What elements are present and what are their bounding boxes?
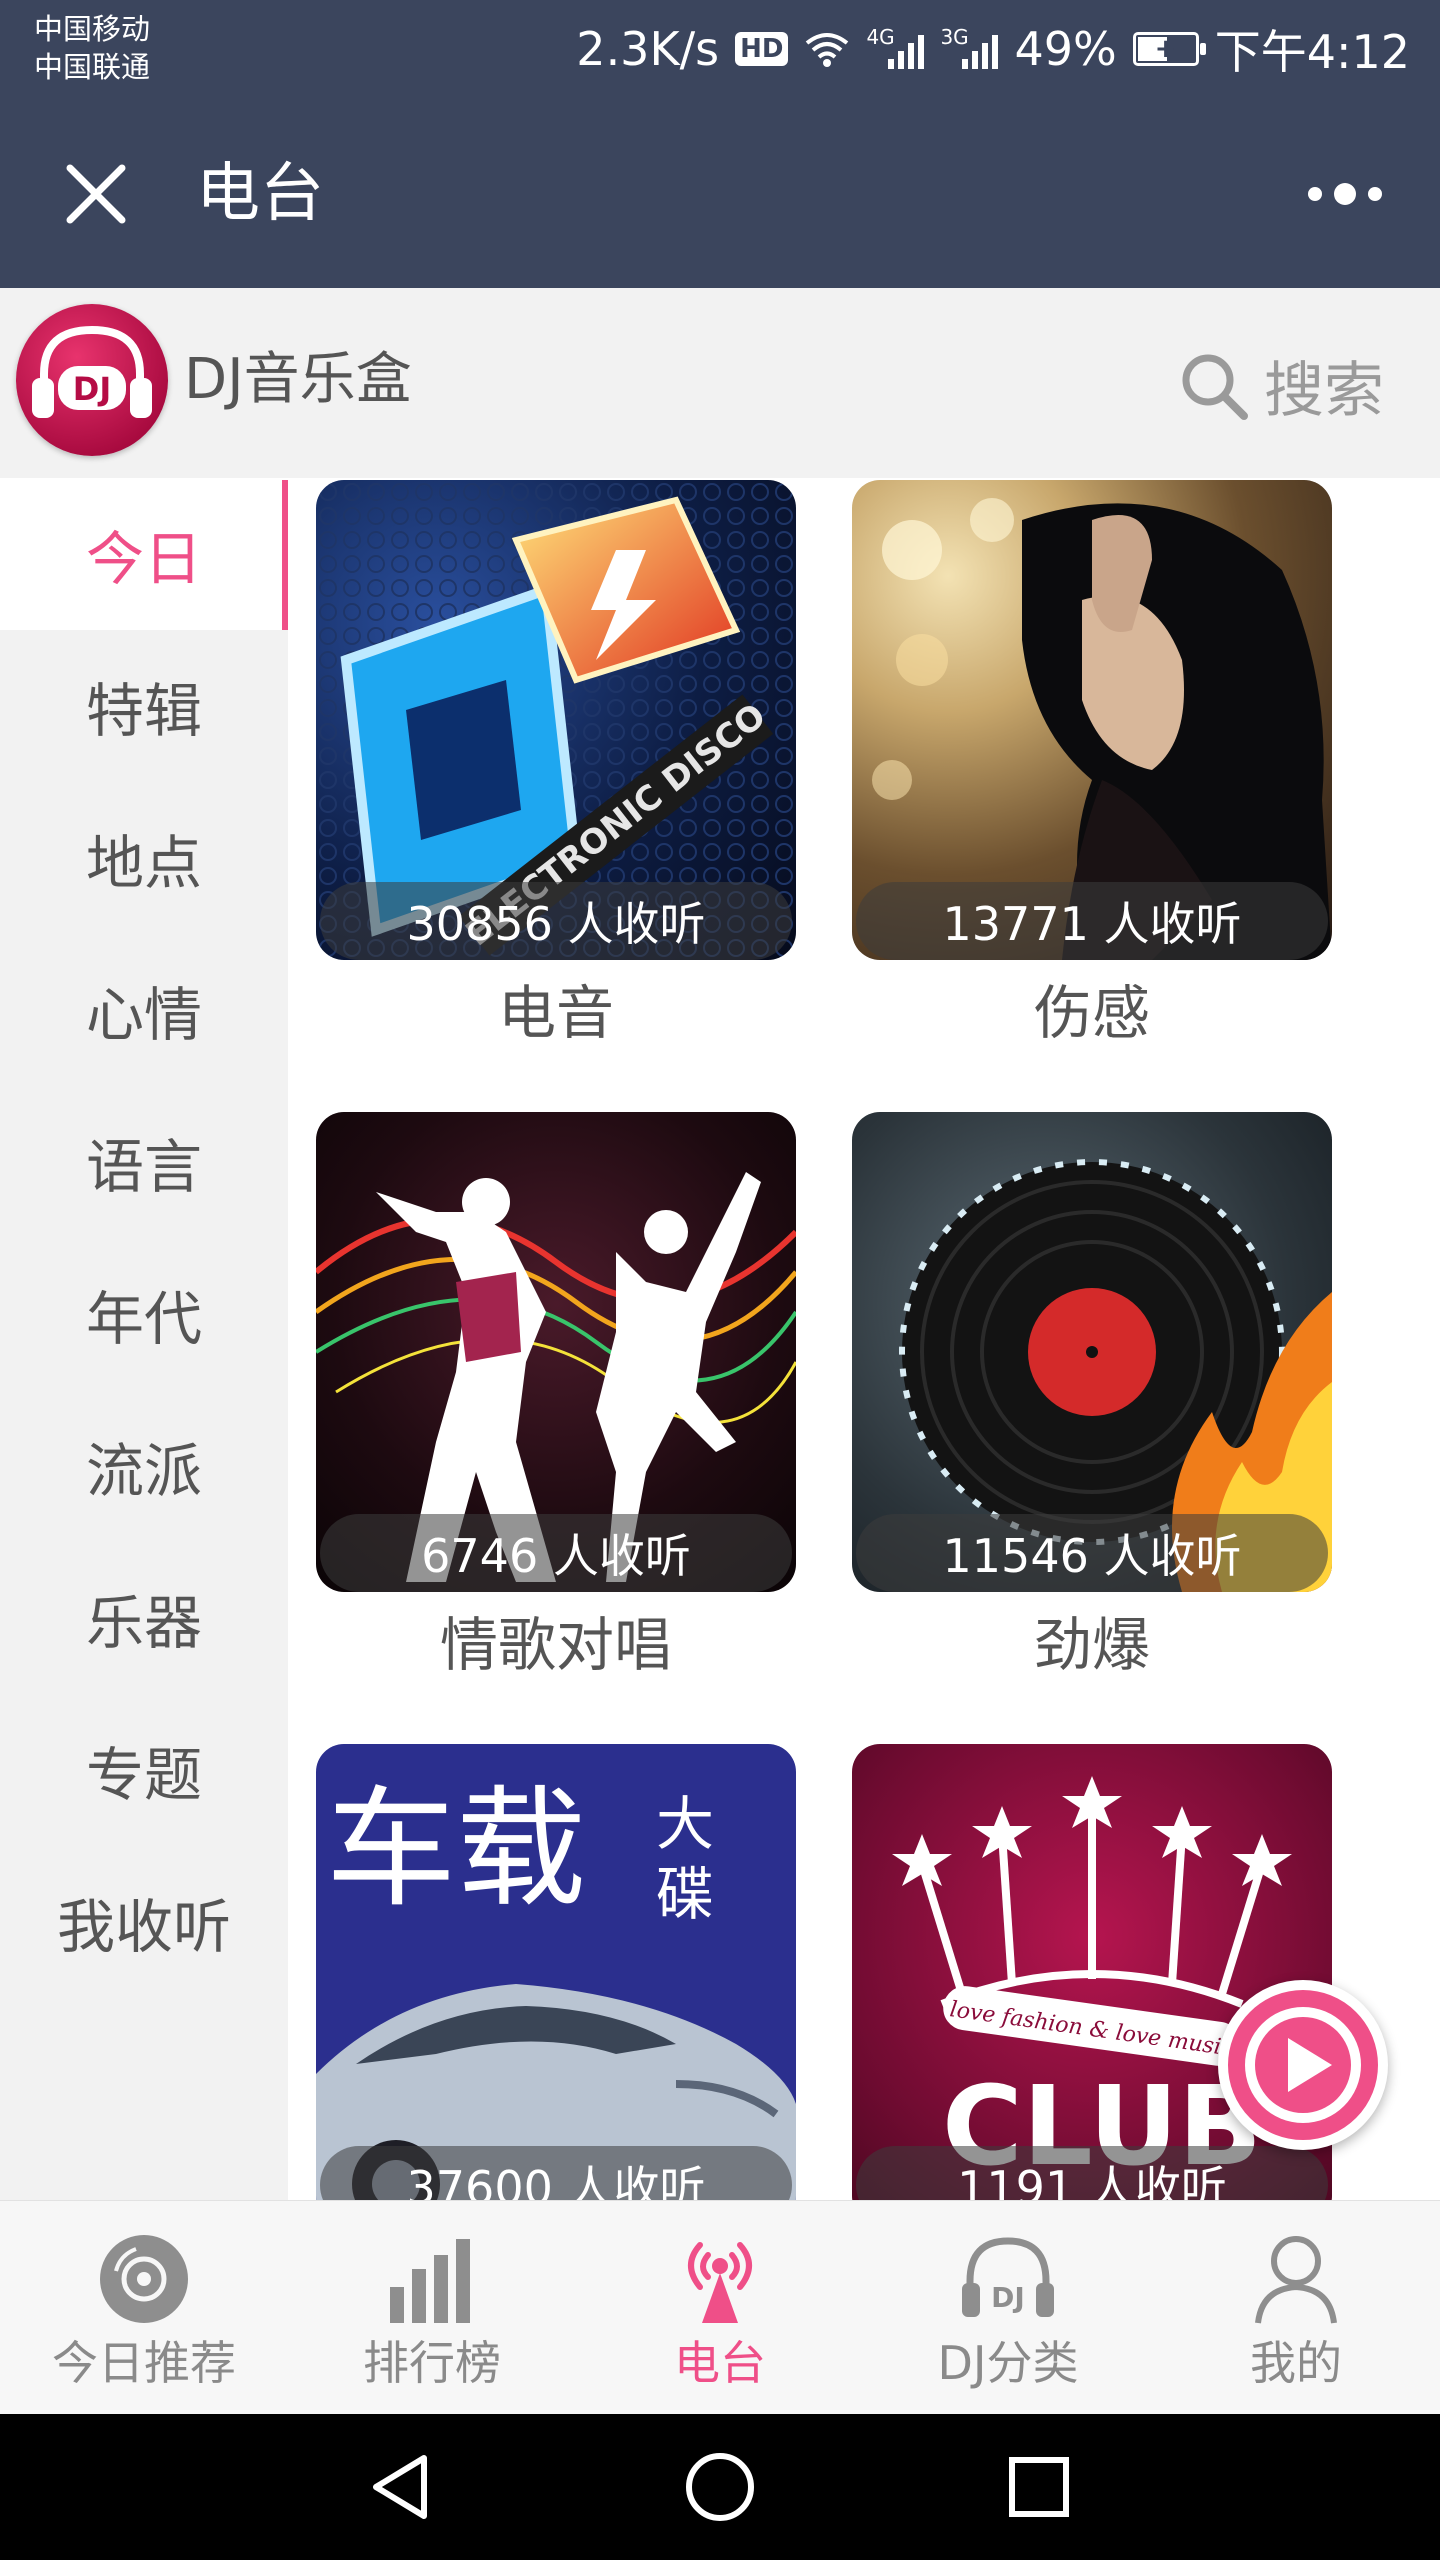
station-cover: ELECTRONIC DISCO 30856 人收听 [316, 480, 796, 960]
category-era[interactable]: 年代 [0, 1238, 288, 1390]
station-cover: 6746 人收听 [316, 1112, 796, 1592]
nav-back-button[interactable] [356, 2442, 446, 2532]
station-card[interactable]: ELECTRONIC DISCO 30856 人收听 电音 [316, 480, 796, 1056]
tab-label: 电台 [674, 2336, 766, 2390]
carrier-1: 中国移动 [34, 12, 151, 46]
station-title: 情歌对唱 [439, 1611, 672, 1679]
radio-tower-icon [688, 2242, 752, 2323]
tab-label: 今日推荐 [52, 2336, 236, 2390]
hd-badge: HD [735, 32, 789, 66]
station-card[interactable]: 车载 大 碟 37600 人收听 [316, 1744, 796, 2200]
listener-count: 1191 人收听 [856, 2146, 1328, 2200]
category-location[interactable]: 地点 [0, 782, 288, 934]
home-icon [686, 2453, 754, 2521]
svg-text:DJ: DJ [73, 370, 111, 408]
station-cover: 11546 人收听 [852, 1112, 1332, 1592]
search-label: 搜索 [1264, 356, 1384, 426]
category-today[interactable]: 今日 [0, 478, 288, 630]
category-genre[interactable]: 流派 [0, 1390, 288, 1542]
tab-dj-category[interactable]: DJ DJ分类 [864, 2201, 1152, 2415]
category-my-listening[interactable]: 我收听 [0, 1846, 288, 1998]
category-topic[interactable]: 专题 [0, 1694, 288, 1846]
carrier-2: 中国联通 [34, 50, 151, 84]
category-sidebar: 今日 特辑 地点 心情 语言 年代 流派 乐器 专题 我收听 [0, 478, 288, 2200]
play-button[interactable] [1218, 1980, 1388, 2150]
recents-icon [1009, 2457, 1069, 2517]
category-instrument[interactable]: 乐器 [0, 1542, 288, 1694]
listener-count: 11546 人收听 [856, 1514, 1328, 1592]
signal-4g-icon: 4G [866, 25, 925, 69]
more-button[interactable] [1290, 148, 1400, 240]
category-special[interactable]: 特辑 [0, 630, 288, 782]
clock: 下午4:12 [1214, 25, 1410, 79]
bottom-tab-bar: 今日推荐 排行榜 电台 DJ DJ分类 我的 [0, 2200, 1440, 2414]
tab-label: 排行榜 [363, 2336, 501, 2390]
back-icon [373, 2455, 427, 2519]
app-header: DJ DJ音乐盒 搜索 [0, 288, 1440, 478]
tab-mine[interactable]: 我的 [1152, 2201, 1440, 2415]
category-mood[interactable]: 心情 [0, 934, 288, 1086]
svg-text:车载: 车载 [326, 1773, 586, 1925]
carrier-info: 中国移动 中国联通 [34, 10, 150, 86]
listener-count: 37600 人收听 [320, 2146, 792, 2200]
station-cover: 13771 人收听 [852, 480, 1332, 960]
station-cover: 车载 大 碟 37600 人收听 [316, 1744, 796, 2200]
listener-count: 13771 人收听 [856, 882, 1328, 960]
page-title: 电台 [196, 157, 324, 231]
search-button[interactable]: 搜索 [1178, 342, 1384, 429]
svg-text:大: 大 [656, 1790, 714, 1858]
listener-count: 30856 人收听 [320, 882, 792, 960]
battery-percent: 49% [1014, 22, 1117, 76]
battery-icon: + [1132, 32, 1206, 66]
station-title: 劲爆 [1033, 1611, 1150, 1679]
dj-headphones-icon: DJ [962, 2237, 1054, 2317]
nav-recents-button[interactable] [994, 2442, 1084, 2532]
dj-logo: DJ [16, 304, 168, 456]
tab-rankings[interactable]: 排行榜 [288, 2201, 576, 2415]
tab-label: 我的 [1250, 2336, 1342, 2390]
station-grid: ELECTRONIC DISCO 30856 人收听 电音 13771 人收听 … [288, 478, 1440, 2200]
tab-label: DJ分类 [937, 2336, 1079, 2390]
close-button[interactable] [50, 148, 142, 240]
station-title: 伤感 [1033, 979, 1150, 1047]
app-name: DJ音乐盒 [184, 347, 412, 412]
network-speed: 2.3K/s [576, 22, 720, 76]
station-title: 电音 [497, 979, 614, 1047]
title-bar: 电台 [0, 100, 1440, 288]
disc-icon [100, 2235, 188, 2323]
search-icon [1182, 354, 1248, 420]
bar-chart-icon [390, 2239, 470, 2323]
listener-count: 6746 人收听 [320, 1514, 792, 1592]
status-bar: 中国移动 中国联通 2.3K/s HD 4G 3G 49% + 下午4:12 [0, 0, 1440, 100]
play-icon [1245, 2007, 1361, 2123]
system-nav-bar [0, 2414, 1440, 2560]
status-indicators: 2.3K/s HD 4G 3G 49% + 下午4:12 [576, 14, 1410, 84]
station-card[interactable]: 6746 人收听 情歌对唱 [316, 1112, 796, 1688]
more-dots-icon [1308, 187, 1322, 201]
user-icon [1255, 2236, 1337, 2324]
wifi-icon [806, 33, 849, 67]
tab-radio[interactable]: 电台 [576, 2201, 864, 2415]
tab-today-recommend[interactable]: 今日推荐 [0, 2201, 288, 2415]
signal-3g-icon: 3G [940, 25, 999, 69]
svg-text:碟: 碟 [656, 1860, 714, 1928]
category-language[interactable]: 语言 [0, 1086, 288, 1238]
station-card[interactable]: 11546 人收听 劲爆 [852, 1112, 1332, 1688]
nav-home-button[interactable] [675, 2442, 765, 2532]
svg-text:DJ: DJ [991, 2281, 1025, 2314]
close-icon [66, 164, 126, 224]
station-card[interactable]: 13771 人收听 伤感 [852, 480, 1332, 1056]
